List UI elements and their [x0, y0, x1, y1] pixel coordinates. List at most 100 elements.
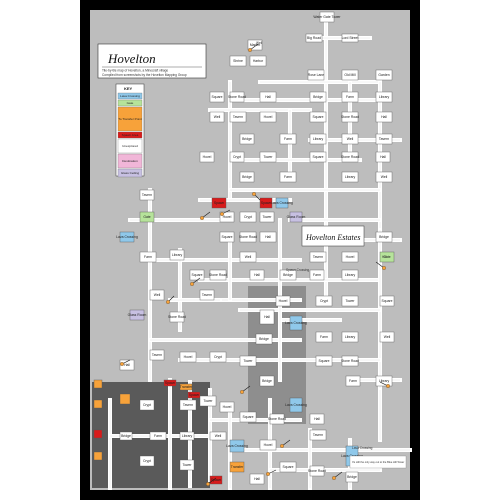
map-room: Tavern: [149, 349, 165, 361]
room-label: Rose Lane: [308, 73, 325, 77]
room-label: Well: [154, 293, 161, 297]
map-room: Bridge: [259, 375, 275, 387]
room-label: Bridge: [347, 475, 357, 479]
district-label-card: Hovelton Estates: [301, 225, 365, 247]
map-room: Farm: [279, 133, 297, 145]
map-room: Gate: [139, 211, 155, 223]
map-room: Square: [309, 111, 327, 123]
map-room: [93, 451, 103, 461]
room-label: Hovel: [279, 299, 288, 303]
annotation-lava-crossing: Lava Crossing: [352, 446, 373, 450]
annotation-spawn-crossing-text: Spawn Crossing: [286, 268, 309, 272]
map-room: [93, 399, 103, 409]
map-room: Farm: [345, 375, 361, 387]
annotation-blue-hill: It's still the only way out to the Blue …: [349, 455, 407, 469]
map-room: Tavern: [199, 289, 215, 301]
map-room: Spawn: [209, 475, 223, 485]
room-label: Library: [345, 175, 356, 179]
room-label: Stone Road: [341, 359, 359, 363]
map-room: Square: [379, 295, 395, 307]
room-label: Glass Room: [128, 313, 147, 317]
room-label: Gate: [143, 215, 150, 219]
map-room: Farm: [341, 91, 359, 103]
room-label: Hall: [314, 417, 320, 421]
room-label: Library: [172, 253, 183, 257]
map-room: [93, 429, 103, 439]
map-room: Big Road: [305, 33, 323, 43]
room-label: Farm: [320, 335, 328, 339]
room-label: Tavern: [313, 433, 323, 437]
room-label: Well: [215, 434, 222, 438]
annotation-spawn-crossing: Spawn Crossing: [286, 268, 309, 272]
map-room: Well: [341, 133, 359, 145]
room-label: Well: [214, 115, 221, 119]
map-room: Square: [309, 151, 327, 163]
map-room: Well: [379, 331, 395, 343]
room-label: Square: [222, 235, 233, 239]
map-room: Stone Road: [209, 269, 227, 281]
room-label: Crypt: [143, 459, 151, 463]
room-label: Library: [345, 273, 356, 277]
map-room: Farm: [139, 251, 157, 263]
room-label: Hovel: [223, 215, 232, 219]
room-label: Hall: [380, 155, 386, 159]
map-room: Bridge: [345, 471, 359, 483]
map-room: Farm: [279, 171, 297, 183]
room-label: Square: [319, 359, 330, 363]
map-room: Bridge: [239, 133, 255, 145]
key-label: To Transfer Point: [118, 117, 142, 121]
map-room: Hall: [309, 413, 325, 425]
annotation-blue-hill-text: It's still the only way out to the Blue …: [352, 460, 404, 464]
map-room: Hall: [375, 111, 393, 123]
room-label: Bridge: [262, 379, 272, 383]
room-label: Hovel: [264, 443, 273, 447]
map-room: Crypt: [139, 399, 155, 411]
map-room: Well: [209, 111, 225, 123]
room-label: Tower: [203, 399, 213, 403]
map-room: Tower: [199, 395, 217, 407]
map-key: KEY Lava Crossing Gate To Transfer Point Sp…: [115, 83, 145, 178]
room-label: Hovel: [203, 155, 212, 159]
pointer-dot: [120, 362, 124, 366]
room-label: Hall: [254, 273, 260, 277]
room-label: Library: [379, 95, 390, 99]
room-box: [119, 393, 131, 405]
map-room: Well: [239, 251, 257, 263]
room-label: Crypt: [244, 215, 252, 219]
pointer-dot: [220, 212, 224, 216]
map-room: Transfer: [180, 383, 193, 391]
room-label: Hall: [264, 315, 270, 319]
room-label: Bridge: [242, 137, 252, 141]
room-box: [93, 399, 103, 409]
map-room: Tavern: [139, 189, 155, 201]
map-room: Tavern: [309, 251, 327, 263]
room-label: Hovel: [184, 355, 193, 359]
map-room: Hall: [259, 309, 275, 325]
annotation-well: Well: [256, 41, 262, 45]
map-title: Hovelton: [107, 51, 156, 66]
map-room: Tower: [259, 211, 275, 223]
room-label: Bridge: [379, 235, 389, 239]
map-room: Rose Lane: [308, 69, 325, 81]
room-label: Crypt: [233, 155, 241, 159]
room-label: Big Road: [307, 36, 321, 40]
map-room: Library: [309, 133, 327, 145]
room-label: Old Mill: [344, 73, 356, 77]
map-room: Glass Room: [128, 309, 147, 321]
room-box: [93, 429, 103, 439]
room-label: Stone Road: [341, 115, 359, 119]
annotation-lava-crossing-text: Lava Crossing: [352, 446, 373, 450]
room-label: Spawn: [165, 381, 175, 385]
room-label: Spawn: [211, 478, 221, 482]
room-label: Hovel: [346, 255, 355, 259]
map-room: Hovel: [199, 151, 215, 163]
room-label: Well: [245, 255, 252, 259]
key-heading: KEY: [124, 86, 133, 91]
district-label: Hovelton Estates: [305, 233, 360, 242]
pointer-dot: [252, 192, 256, 196]
room-label: Tavern: [379, 137, 389, 141]
map-room: Crypt: [239, 211, 257, 223]
pointer-dot: [248, 48, 252, 52]
map-room: Spawn: [163, 379, 177, 387]
room-label: Library: [345, 335, 356, 339]
